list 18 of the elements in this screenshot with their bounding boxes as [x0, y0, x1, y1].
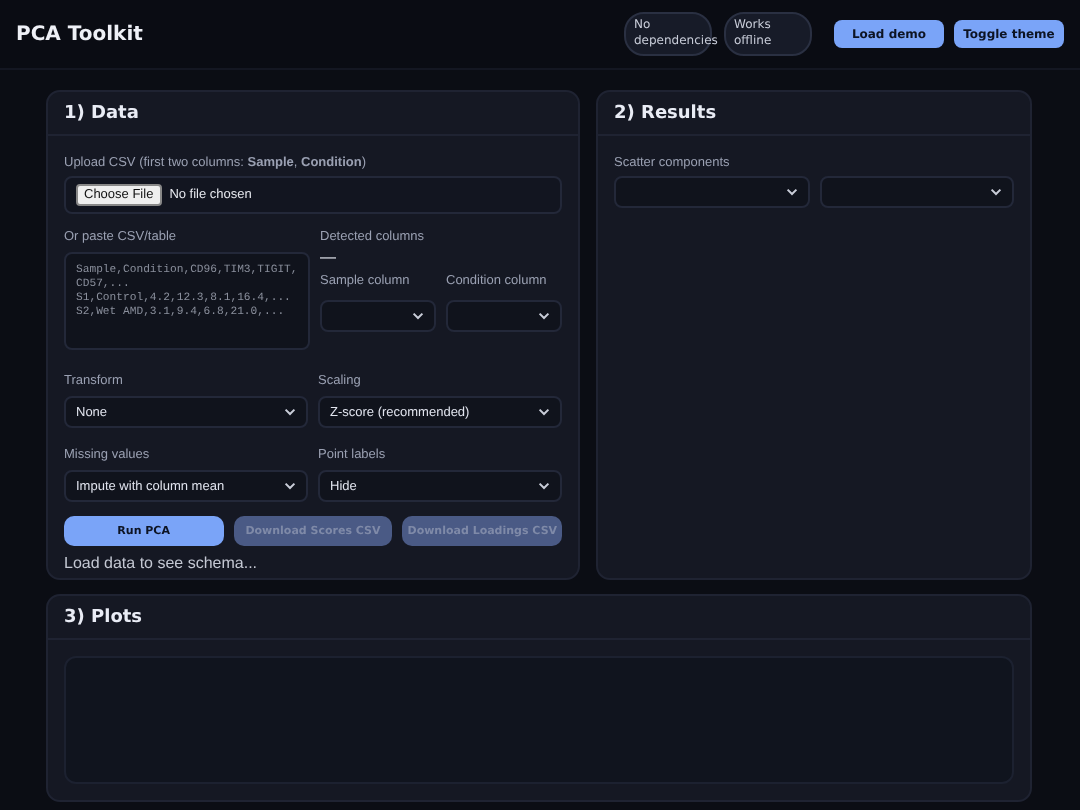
chevron-icon — [785, 188, 797, 196]
chevron-icon — [412, 312, 424, 320]
chevron-icon — [990, 188, 1002, 196]
schema-status: Load data to see schema... — [64, 554, 260, 572]
app-title: PCA Toolkit — [16, 23, 145, 45]
select-field[interactable] — [819, 176, 1014, 208]
chevron-icon — [284, 408, 296, 416]
chevron-icon — [538, 482, 550, 490]
panel-title: 2) Results — [614, 103, 717, 123]
detected-columns-value: — — [320, 248, 338, 266]
select-field[interactable] — [614, 176, 809, 208]
panel-title: 1) Data — [64, 103, 139, 123]
select-field[interactable] — [320, 300, 436, 332]
select-field[interactable] — [446, 300, 562, 332]
chevron-icon — [538, 408, 550, 416]
chevron-icon — [284, 482, 296, 490]
chevron-icon — [538, 312, 550, 320]
panel-title: 3) Plots — [64, 607, 143, 627]
